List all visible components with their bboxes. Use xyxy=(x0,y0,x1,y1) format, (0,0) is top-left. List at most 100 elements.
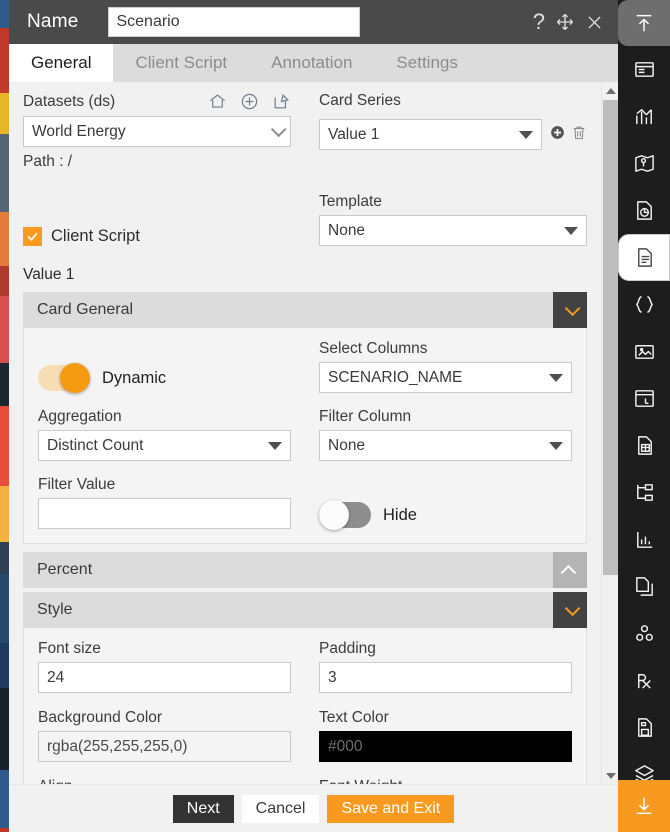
card-panel-icon xyxy=(633,58,656,81)
dynamic-label: Dynamic xyxy=(102,368,167,387)
card-editor-dialog: Name ? General Client Sc xyxy=(9,0,618,832)
style-body: Font size Padding Background Color xyxy=(23,628,587,807)
next-button[interactable]: Next xyxy=(172,794,234,823)
card-general-collapse-button[interactable] xyxy=(553,292,587,328)
window-layout-icon xyxy=(633,387,656,410)
edit-pencil-icon[interactable] xyxy=(272,92,291,111)
rail-item-map-pin-icon[interactable] xyxy=(618,140,670,187)
table-document-icon xyxy=(633,434,656,457)
help-icon[interactable]: ? xyxy=(533,11,545,33)
chevron-down-icon xyxy=(270,121,287,138)
caret-down-icon xyxy=(268,441,282,450)
aggregation-select[interactable]: Distinct Count xyxy=(38,430,291,461)
background-chart-sliver xyxy=(0,0,9,832)
home-icon[interactable] xyxy=(208,92,227,111)
card-general-title: Card General xyxy=(37,301,134,318)
text-color-input[interactable]: #000 xyxy=(319,731,572,762)
select-columns-value: SCENARIO_NAME xyxy=(328,368,463,386)
download-icon[interactable] xyxy=(618,780,670,832)
rail-item-braces-code-icon[interactable] xyxy=(618,281,670,328)
map-pin-icon xyxy=(633,152,656,175)
caret-down-icon xyxy=(549,373,563,382)
dataset-path: Path : / xyxy=(23,153,73,170)
style-header[interactable]: Style xyxy=(23,592,587,628)
image-gallery-icon xyxy=(633,340,656,363)
name-input[interactable] xyxy=(108,7,361,37)
datasets-select[interactable]: World Energy xyxy=(23,116,291,147)
scrollbar-thumb[interactable] xyxy=(603,100,618,575)
settings-scroll-content: Datasets (ds) World Energy Card Series V… xyxy=(9,82,601,807)
dynamic-toggle[interactable] xyxy=(38,363,90,393)
caret-down-icon xyxy=(519,130,533,139)
rail-item-table-document-icon[interactable] xyxy=(618,422,670,469)
background-color-label: Background Color xyxy=(38,709,163,726)
filter-column-label: Filter Column xyxy=(319,408,412,425)
template-select[interactable]: None xyxy=(319,215,587,246)
text-document-icon xyxy=(633,246,656,269)
tab-bar: General Client Script Annotation Setting… xyxy=(9,44,618,82)
filter-column-select[interactable]: None xyxy=(319,430,572,461)
rail-item-image-gallery-icon[interactable] xyxy=(618,328,670,375)
select-columns-select[interactable]: SCENARIO_NAME xyxy=(319,362,572,393)
caret-down-icon xyxy=(564,226,578,235)
scroll-down-button[interactable] xyxy=(602,767,619,784)
background-color-input[interactable]: rgba(255,255,255,0) xyxy=(38,731,291,762)
tab-general[interactable]: General xyxy=(9,44,114,82)
value-series-label: Value 1 xyxy=(23,266,75,283)
client-script-checkbox[interactable] xyxy=(23,227,42,246)
rail-item-pie-report-icon[interactable] xyxy=(618,187,670,234)
chevron-down-icon xyxy=(564,600,580,616)
add-series-icon[interactable] xyxy=(549,124,566,146)
hide-label: Hide xyxy=(383,505,417,524)
chevron-down-icon xyxy=(564,300,580,316)
braces-code-icon xyxy=(633,293,656,316)
tree-hierarchy-icon xyxy=(633,481,656,504)
accordion-percent: Percent xyxy=(23,552,587,588)
percent-expand-button[interactable] xyxy=(553,552,587,588)
rail-item-bar-plot-icon[interactable] xyxy=(618,516,670,563)
move-icon[interactable] xyxy=(555,12,575,32)
triangle-down-icon xyxy=(605,772,616,779)
rail-item-tree-hierarchy-icon[interactable] xyxy=(618,469,670,516)
accordion-card-general: Card General Dynamic Select Columns SCEN… xyxy=(23,292,587,544)
rail-item-bar-chart-icon[interactable] xyxy=(618,93,670,140)
rail-item-prescription-rx-icon[interactable] xyxy=(618,657,670,704)
caret-down-icon xyxy=(549,441,563,450)
select-columns-label: Select Columns xyxy=(319,340,428,357)
rail-item-card-panel-icon[interactable] xyxy=(618,46,670,93)
dialog-body: Datasets (ds) World Energy Card Series V… xyxy=(9,82,618,807)
rail-item-text-document-icon[interactable] xyxy=(618,234,670,281)
chevron-up-icon xyxy=(560,564,576,580)
percent-header[interactable]: Percent xyxy=(23,552,587,588)
toggle-knob xyxy=(60,363,90,393)
collapse-up-icon[interactable] xyxy=(618,0,670,46)
padding-label: Padding xyxy=(319,640,376,657)
filter-value-input[interactable] xyxy=(38,498,291,529)
bar-plot-icon xyxy=(633,528,656,551)
background-color-value: rgba(255,255,255,0) xyxy=(47,737,188,755)
cancel-button[interactable]: Cancel xyxy=(241,794,320,823)
rail-item-window-layout-icon[interactable] xyxy=(618,375,670,422)
settings-scrollbar[interactable] xyxy=(601,82,618,784)
tab-client-script[interactable]: Client Script xyxy=(113,44,249,82)
rail-item-cubes-icon[interactable] xyxy=(618,610,670,657)
plus-circle-icon[interactable] xyxy=(240,92,259,111)
font-size-input[interactable] xyxy=(38,662,291,693)
padding-input[interactable] xyxy=(319,662,572,693)
card-general-header[interactable]: Card General xyxy=(23,292,587,328)
aggregation-value: Distinct Count xyxy=(47,436,144,454)
bar-chart-icon xyxy=(633,105,656,128)
scroll-up-button[interactable] xyxy=(602,82,619,99)
close-icon[interactable] xyxy=(585,13,604,32)
style-collapse-button[interactable] xyxy=(553,592,587,628)
card-series-select[interactable]: Value 1 xyxy=(319,119,542,150)
hide-toggle[interactable] xyxy=(319,500,371,530)
rail-item-copy-page-icon[interactable] xyxy=(618,563,670,610)
prescription-rx-icon xyxy=(633,669,656,692)
delete-series-icon[interactable] xyxy=(571,124,587,146)
rail-item-saved-document-icon[interactable] xyxy=(618,704,670,751)
tab-settings[interactable]: Settings xyxy=(374,44,479,82)
tab-annotation[interactable]: Annotation xyxy=(249,44,374,82)
style-title: Style xyxy=(37,601,73,618)
save-and-exit-button[interactable]: Save and Exit xyxy=(327,794,455,823)
